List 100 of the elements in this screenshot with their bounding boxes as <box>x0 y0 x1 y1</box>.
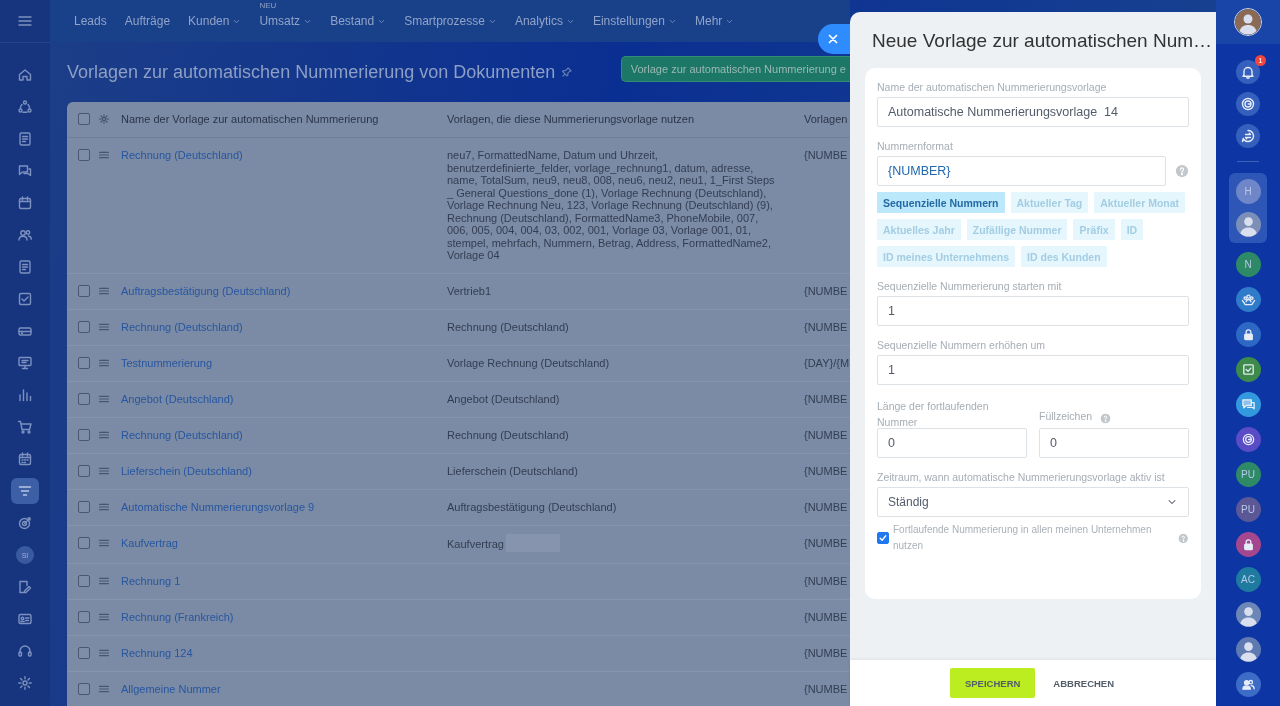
settings-icon[interactable] <box>17 675 33 691</box>
checkbox[interactable] <box>877 532 889 544</box>
table-cell: Kaufvertrag <box>447 537 504 551</box>
chat-icon[interactable] <box>17 163 33 179</box>
add-template-button[interactable]: Vorlage zur automatischen Nummerierung e <box>620 56 850 82</box>
notifications-button[interactable] <box>1236 60 1260 84</box>
cancel-button[interactable]: ABBRECHEN <box>1051 671 1117 695</box>
template-link[interactable]: Lieferschein (Deutschland) <box>121 464 252 477</box>
table-cell: Vertrieb1 <box>447 284 492 297</box>
user-avatar[interactable] <box>1235 637 1261 662</box>
cart-icon[interactable] <box>17 419 33 435</box>
field-label: Länge der fortlaufenden Nummer <box>877 399 990 424</box>
checkbox[interactable] <box>78 149 90 161</box>
nav-link[interactable]: Kunden <box>188 14 230 28</box>
contact-avatar[interactable]: PU <box>1235 462 1261 487</box>
nav-link[interactable]: Mehr <box>694 14 723 28</box>
save-button[interactable]: SPEICHERN <box>949 668 1036 698</box>
checkbox[interactable] <box>78 610 90 623</box>
template-link[interactable]: Rechnung 124 <box>121 646 193 659</box>
calendar-icon[interactable] <box>17 451 33 467</box>
nav-link[interactable]: Smartprozesse <box>404 14 485 28</box>
settings-icon[interactable] <box>98 113 110 125</box>
calendar-icon[interactable] <box>17 195 33 211</box>
contact-avatar[interactable]: N <box>1235 252 1261 277</box>
template-link[interactable]: Rechnung 1 <box>121 574 181 587</box>
home-icon[interactable] <box>17 67 33 83</box>
field-label: Nummernformat <box>877 140 954 152</box>
nav-link[interactable]: Analytics <box>514 14 563 28</box>
edit-document-icon[interactable] <box>17 579 33 595</box>
sidebar-item[interactable] <box>11 478 39 504</box>
template-link[interactable]: Rechnung (Deutschland) <box>121 149 243 161</box>
template-link[interactable]: Automatische Nummerierungsvorlage 9 <box>121 500 315 513</box>
dropdown[interactable]: Ständig <box>877 487 1189 517</box>
messages-button[interactable] <box>1236 124 1260 148</box>
contact-avatar[interactable]: AC <box>1235 567 1261 592</box>
input-field[interactable]: 1 <box>877 355 1189 385</box>
bar-chart-icon[interactable] <box>17 387 33 403</box>
checkbox[interactable] <box>78 464 90 477</box>
menu-icon[interactable] <box>17 13 33 29</box>
checkbox[interactable] <box>78 320 90 333</box>
network-icon[interactable] <box>17 99 33 115</box>
activity-button[interactable] <box>1236 92 1260 116</box>
column-header[interactable]: Vorlagen, die diese Nummerierungsvorlage nutzen <box>447 113 777 126</box>
format-chip[interactable]: Sequenzielle Nummern <box>877 192 1005 213</box>
checkbox[interactable] <box>78 574 90 587</box>
template-link[interactable]: Rechnung (Deutschland) <box>121 428 243 441</box>
template-link[interactable]: Auftragsbestätigung (Deutschland) <box>121 284 291 297</box>
nav-link[interactable]: Einstellungen <box>592 14 665 28</box>
template-link[interactable]: Rechnung (Frankreich) <box>121 610 234 623</box>
template-link[interactable]: Allgemeine Nummer <box>121 682 221 695</box>
input-field[interactable]: Automatische Nummerierungsvorlage 14 <box>877 97 1189 127</box>
format-chip[interactable]: Aktueller Monat <box>1094 192 1186 213</box>
template-link[interactable]: Rechnung (Deutschland) <box>121 320 243 333</box>
checkbox[interactable] <box>78 500 90 513</box>
contact-avatar[interactable]: H <box>1235 179 1261 204</box>
nav-link[interactable]: Umsatz <box>259 14 301 28</box>
user-avatar[interactable] <box>1235 212 1261 237</box>
template-link[interactable]: Kaufvertrag <box>121 536 178 549</box>
input-field[interactable]: 1 <box>877 296 1189 326</box>
user-avatar[interactable] <box>1235 602 1261 627</box>
user-avatar[interactable] <box>1234 8 1262 36</box>
document-icon[interactable] <box>17 131 33 147</box>
format-chip[interactable]: Aktueller Tag <box>1010 192 1089 213</box>
input-field[interactable]: 0 <box>877 428 1027 458</box>
checkbox[interactable] <box>78 428 90 441</box>
format-chip[interactable]: Präfix <box>1073 219 1115 240</box>
template-link[interactable]: Angebot (Deutschland) <box>121 392 234 405</box>
document-icon[interactable] <box>17 259 33 275</box>
table-cell: Angebot (Deutschland) <box>447 392 560 405</box>
presentation-icon[interactable] <box>17 355 33 371</box>
checkbox[interactable] <box>78 356 90 369</box>
new-label: NEU <box>259 1 277 10</box>
contact-card-icon[interactable] <box>17 611 33 627</box>
checkbox[interactable] <box>78 646 90 659</box>
contact-avatar[interactable]: PU <box>1235 497 1261 522</box>
template-link[interactable]: Testnummerierung <box>121 356 213 369</box>
nav-link[interactable]: Aufträge <box>124 14 171 28</box>
checkbox[interactable] <box>78 284 90 297</box>
nav-link[interactable]: Leads <box>74 14 107 28</box>
table-cell-text: {NUMBE <box>804 536 849 549</box>
format-chip[interactable]: Aktuelles Jahr <box>877 219 961 240</box>
format-chip[interactable]: ID <box>1120 219 1144 240</box>
input-field[interactable]: 0 <box>1039 428 1189 458</box>
format-chip[interactable]: ID meines Unternehmens <box>877 246 1016 267</box>
format-chip[interactable]: ID des Kunden <box>1021 246 1107 267</box>
input-field[interactable]: {NUMBER} <box>877 156 1166 186</box>
pin-icon[interactable] <box>561 66 574 78</box>
people-icon[interactable] <box>17 227 33 243</box>
checkbox[interactable] <box>78 392 90 405</box>
checkbox[interactable] <box>78 113 90 125</box>
checkbox[interactable] <box>78 536 90 549</box>
nav-link[interactable]: Bestand <box>330 14 375 28</box>
target-icon[interactable] <box>17 515 33 531</box>
headset-icon[interactable] <box>17 643 33 659</box>
column-header[interactable]: Name der Vorlage zur automatischen Nummerierung <box>121 113 447 125</box>
format-chip[interactable]: Zufällige Nummer <box>966 219 1068 240</box>
drag-handle-icon[interactable] <box>98 149 110 161</box>
column-header[interactable]: Vorlagen <box>804 113 850 125</box>
checkbox[interactable] <box>78 682 90 695</box>
checklist-icon[interactable] <box>17 291 33 307</box>
